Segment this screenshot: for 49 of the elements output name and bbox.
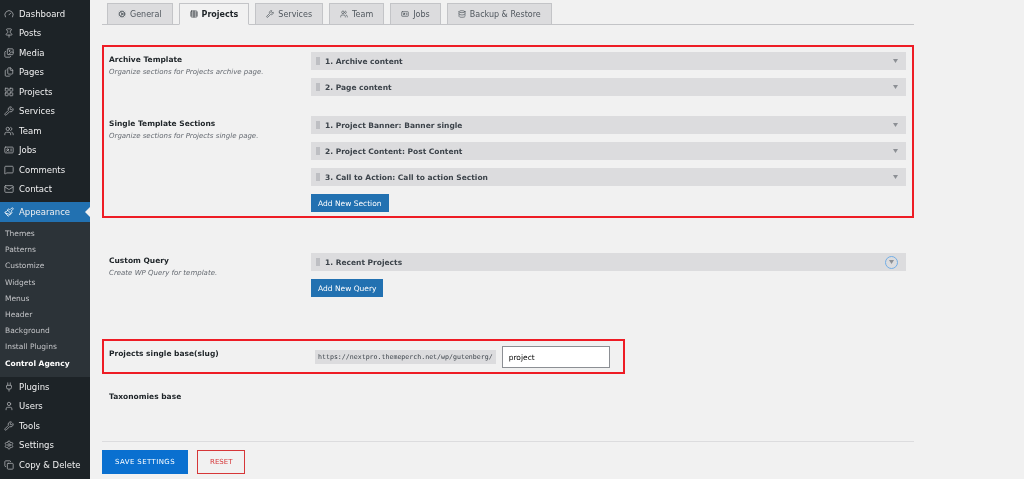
sidebar-item[interactable]: Media [0, 43, 90, 63]
menu-icon [4, 67, 14, 78]
tab[interactable]: Projects [178, 3, 250, 25]
sidebar-item[interactable]: Dashboard [0, 4, 90, 24]
tab[interactable]: Services [255, 3, 324, 24]
tab-icon [189, 10, 198, 18]
menu-icon [4, 145, 14, 156]
menu-icon [4, 86, 14, 97]
menu-icon [4, 184, 14, 195]
tab[interactable]: General [107, 3, 173, 24]
menu-icon [4, 440, 14, 451]
menu-icon [4, 28, 14, 39]
sidebar-item[interactable]: Contact [0, 179, 90, 199]
tab-icon [266, 10, 275, 18]
menu-icon [4, 459, 14, 470]
menu-icon [4, 164, 14, 175]
sidebar-item[interactable]: Appearance [0, 202, 90, 222]
menu-icon [4, 381, 14, 392]
sidebar-item[interactable]: Comments [0, 160, 90, 180]
tab[interactable]: Jobs [390, 3, 441, 24]
toggle-icon[interactable] [893, 175, 898, 179]
menu-icon [4, 47, 14, 58]
menu-icon [4, 206, 14, 217]
tab-icon [340, 10, 349, 18]
sidebar-item[interactable]: Plugins [0, 377, 90, 397]
tab-icon [118, 10, 126, 18]
sidebar-item[interactable]: Projects [0, 82, 90, 102]
tab[interactable]: Team [329, 3, 385, 24]
menu-icon [4, 401, 14, 412]
sidebar-item[interactable]: Copy & Delete [0, 455, 90, 475]
sidebar-item[interactable]: Services [0, 101, 90, 121]
toggle-icon[interactable] [893, 123, 898, 127]
sidebar-item[interactable]: Pages [0, 62, 90, 82]
toggle-icon[interactable] [893, 149, 898, 153]
tab-icon [457, 10, 466, 18]
menu-icon [4, 420, 14, 431]
sidebar-item[interactable]: Jobs [0, 140, 90, 160]
toggle-icon[interactable] [893, 59, 898, 63]
sidebar-item[interactable]: Users [0, 396, 90, 417]
menu-icon [4, 8, 14, 19]
sidebar-item[interactable]: Team [0, 121, 90, 141]
menu-icon [4, 125, 14, 136]
sidebar-item[interactable]: Settings [0, 435, 90, 456]
toggle-icon[interactable] [893, 85, 898, 89]
tab-icon [401, 10, 410, 18]
sidebar-item[interactable]: Tools [0, 416, 90, 436]
sidebar-item[interactable]: Posts [0, 23, 90, 43]
menu-icon [4, 106, 14, 117]
tab[interactable]: Backup & Restore [446, 3, 552, 24]
